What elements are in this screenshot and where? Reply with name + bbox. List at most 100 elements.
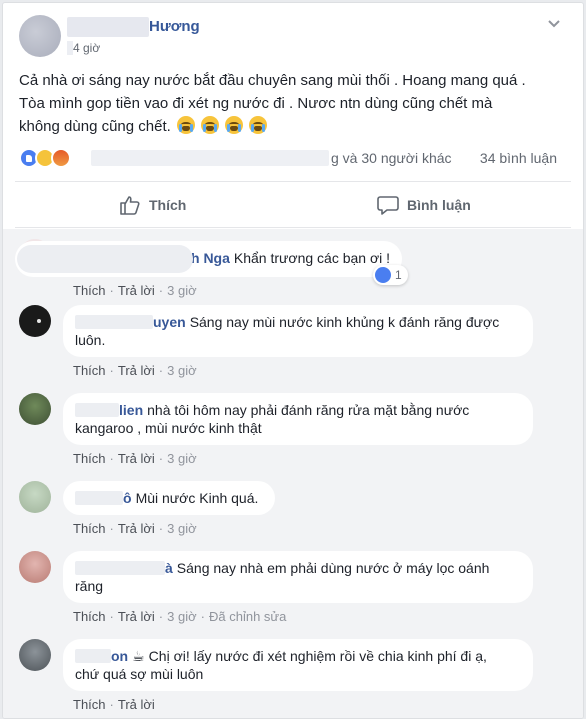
comment-bubble: à Sáng nay nhà em phải dùng nước ở máy lọ… <box>63 551 533 603</box>
comment-actions: Thích · Trả lời <box>73 697 155 712</box>
comment-button-label: Bình luận <box>407 197 471 213</box>
commenter-name-redacted <box>75 561 165 575</box>
comment-reply-link[interactable]: Trả lời <box>118 609 155 624</box>
commenter-avatar[interactable] <box>19 551 51 583</box>
comment-text: Sáng nay mùi nước kinh khủng k đánh răng… <box>189 314 500 330</box>
comment-count[interactable]: 34 bình luận <box>480 150 557 166</box>
commenter-name-redacted <box>75 649 111 663</box>
commenter-name[interactable]: lien <box>119 402 143 418</box>
commenter-name[interactable]: uyen <box>153 314 186 330</box>
commenter-name[interactable]: à <box>165 560 173 576</box>
commenter-avatar[interactable] <box>19 305 51 337</box>
comment-bubble: lien nhà tôi hôm nay phải đánh răng rửa m… <box>63 393 533 445</box>
post-card: Hương 4 giờ Cả nhà ơi sáng nay nước bắt … <box>2 2 584 719</box>
crying-emoji-icon <box>249 116 268 134</box>
comment-like-number: 1 <box>395 268 402 282</box>
separator-dot: · <box>109 451 114 466</box>
post-time[interactable]: 4 giờ <box>73 41 100 55</box>
separator-dot: · <box>200 609 205 624</box>
comment-like-count[interactable]: 1 <box>373 265 408 285</box>
comment-text-cont: chứ quá sợ mùi luôn <box>75 666 204 682</box>
commenter-name[interactable]: on <box>111 648 128 664</box>
comment-text-cont: răng <box>75 578 104 594</box>
comment-text: Mùi nước Kinh quá. <box>135 490 259 506</box>
commenter-name-redacted <box>75 315 153 329</box>
comment-button[interactable]: Bình luận <box>377 191 471 219</box>
comment-time[interactable]: 3 giờ <box>167 451 197 466</box>
thumbs-up-icon <box>120 196 140 215</box>
like-button-label: Thích <box>149 197 187 213</box>
author-avatar[interactable] <box>19 15 61 57</box>
reactors-summary[interactable]: g và 30 người khác <box>331 150 452 166</box>
comments-list: h Nga Khẩn trương các bạn ơi ! 1 Thích · … <box>3 229 583 718</box>
post-text-line-3: không dùng cũng chết. <box>19 118 171 135</box>
comment-actions: Thích · Trả lời · 3 giờ <box>73 283 197 298</box>
separator-dot: · <box>109 609 114 624</box>
commenter-name-redacted <box>75 403 119 417</box>
commenter-name[interactable]: h Nga <box>191 250 230 266</box>
separator-dot: · <box>109 363 114 378</box>
comment-bubble: on ☕ Chị ơi! lấy nước đi xét nghiệm rồi về… <box>63 639 533 691</box>
comment-like-link[interactable]: Thích <box>73 283 106 298</box>
comment-time[interactable]: 3 giờ <box>167 521 197 536</box>
post-text: Cả nhà ơi sáng nay nước bắt đầu chuyên s… <box>19 69 575 138</box>
comment-like-link[interactable]: Thích <box>73 521 106 536</box>
divider <box>15 181 571 182</box>
commenter-name-redacted <box>75 491 123 505</box>
crying-emoji-icon <box>176 116 195 134</box>
commenter-name[interactable]: ô <box>123 490 132 506</box>
separator-dot: · <box>109 283 114 298</box>
separator-dot: · <box>158 283 164 298</box>
comment-text: Chị ơi! lấy nước đi xét nghiệm rồi về ch… <box>148 648 487 664</box>
comment-bubble: ô Mùi nước Kinh quá. <box>63 481 275 515</box>
angry-reaction-icon <box>51 148 71 168</box>
comment-actions: Thích · Trả lời · 3 giờ <box>73 451 197 466</box>
chevron-down-icon[interactable] <box>547 17 561 31</box>
comment-like-link[interactable]: Thích <box>73 697 106 712</box>
separator-dot: · <box>109 697 114 712</box>
reaction-icons[interactable] <box>19 147 71 169</box>
comment-like-link[interactable]: Thích <box>73 363 106 378</box>
comment-text-cont: kangaroo , mùi nước kinh thật <box>75 420 262 436</box>
commenter-avatar[interactable] <box>19 639 51 671</box>
coffee-emoji-icon: ☕ <box>132 648 145 664</box>
separator-dot: · <box>109 521 114 536</box>
separator-dot: · <box>158 609 164 624</box>
comment-time[interactable]: 3 giờ <box>167 283 197 298</box>
comment-time[interactable]: 3 giờ <box>167 609 197 624</box>
divider <box>15 227 571 228</box>
commenter-avatar[interactable] <box>19 393 51 425</box>
comment-like-link[interactable]: Thích <box>73 609 106 624</box>
commenter-name-redacted <box>17 245 193 273</box>
crying-emoji-icon <box>201 116 220 134</box>
reactor-names-redacted <box>91 150 329 166</box>
separator-dot: · <box>158 363 164 378</box>
comment-reply-link[interactable]: Trả lời <box>118 451 155 466</box>
post-text-line: không dùng cũng chết. <box>19 115 575 138</box>
post-text-line: Tòa mình gop tiền vao đi xét ng nước đi … <box>19 95 493 112</box>
comment-text-cont: luôn. <box>75 332 106 348</box>
post-text-line: Cả nhà ơi sáng nay nước bắt đầu chuyên s… <box>19 72 526 89</box>
crying-emoji-icon <box>225 116 244 134</box>
author-name-redacted <box>67 17 149 37</box>
comment-reply-link[interactable]: Trả lời <box>118 697 155 712</box>
separator-dot: · <box>158 521 164 536</box>
like-button[interactable]: Thích <box>119 191 186 219</box>
comment-actions: Thích · Trả lời · 3 giờ · Đã chỉnh sửa <box>73 609 286 624</box>
edited-label[interactable]: Đã chỉnh sửa <box>209 609 286 624</box>
comment-reply-link[interactable]: Trả lời <box>118 521 155 536</box>
comment-icon <box>377 196 399 215</box>
separator-dot: · <box>158 451 164 466</box>
comment-text: nhà tôi hôm nay phải đánh răng rửa mặt b… <box>147 402 470 418</box>
comment-reply-link[interactable]: Trả lời <box>118 363 155 378</box>
comment-actions: Thích · Trả lời · 3 giờ <box>73 363 197 378</box>
comment-time[interactable]: 3 giờ <box>167 363 197 378</box>
comment-text: Sáng nay nhà em phải dùng nước ở máy lọc… <box>176 560 490 576</box>
author-name[interactable]: Hương <box>149 18 200 35</box>
comment-bubble: uyen Sáng nay mùi nước kinh khủng k đánh … <box>63 305 533 357</box>
commenter-avatar[interactable] <box>19 481 51 513</box>
comment-reply-link[interactable]: Trả lời <box>118 283 155 298</box>
like-reaction-icon <box>375 267 391 283</box>
comment-actions: Thích · Trả lời · 3 giờ <box>73 521 197 536</box>
comment-like-link[interactable]: Thích <box>73 451 106 466</box>
